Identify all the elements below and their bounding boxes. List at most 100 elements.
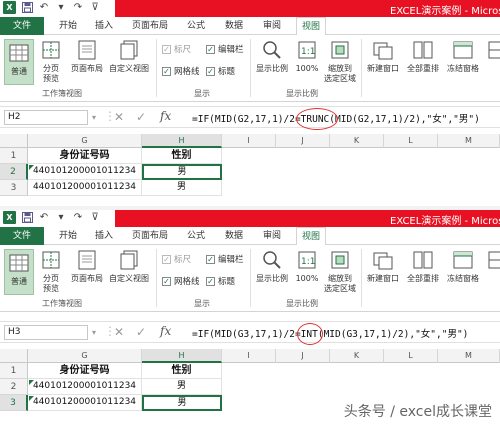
tab-page-layout[interactable]: 页面布局 (128, 227, 172, 245)
page-break-preview-button[interactable]: 分页 预览 (38, 39, 64, 84)
name-box-dropdown-icon[interactable]: ▾ (92, 328, 96, 337)
column-header-m[interactable]: M (438, 349, 500, 363)
column-header-m[interactable]: M (438, 134, 500, 148)
undo-icon[interactable]: ↶ (38, 212, 50, 224)
tab-review[interactable]: 审阅 (260, 227, 284, 245)
column-header-j[interactable]: J (276, 349, 330, 363)
tab-file[interactable]: 文件 (0, 17, 44, 35)
cell-h2-active[interactable]: 男 (142, 164, 222, 180)
enter-icon[interactable]: ✓ (136, 325, 146, 339)
cell-h1[interactable]: 性别 (142, 148, 222, 164)
tab-formulas[interactable]: 公式 (184, 227, 208, 245)
column-header-i[interactable]: I (222, 134, 276, 148)
tab-file[interactable]: 文件 (0, 227, 44, 245)
zoom-button[interactable]: 显示比例 (254, 39, 290, 74)
tab-home[interactable]: 开始 (56, 227, 80, 245)
tab-page-layout[interactable]: 页面布局 (128, 17, 172, 35)
customize-qat-icon[interactable]: ⊽ (89, 2, 101, 14)
page-layout-button[interactable]: 页面布局 (68, 249, 106, 284)
row-header-1[interactable]: 1 (0, 148, 28, 164)
formula-input[interactable]: =IF(MID(G3,17,1)/2=INT (MID(G3,17,1)/2),"… (192, 323, 468, 345)
formula-bar-checkbox[interactable]: ✓ 编辑栏 (206, 43, 244, 55)
tab-data[interactable]: 数据 (222, 17, 246, 35)
cancel-icon[interactable]: ✕ (114, 110, 124, 124)
cancel-icon[interactable]: ✕ (114, 325, 124, 339)
split-button[interactable] (484, 39, 500, 64)
chevron-down-icon[interactable]: ▾ (55, 2, 67, 14)
ruler-checkbox[interactable]: ✓ 标尺 (162, 43, 191, 55)
tab-view[interactable]: 视图 (296, 227, 326, 246)
cell-h3[interactable]: 男 (142, 180, 222, 196)
row-header-2[interactable]: 2 (0, 379, 28, 395)
customize-qat-icon[interactable]: ⊽ (89, 212, 101, 224)
row-header-2[interactable]: 2 (0, 164, 28, 180)
ruler-checkbox[interactable]: ✓ 标尺 (162, 253, 191, 265)
headings-checkbox[interactable]: ✓ 标题 (206, 275, 235, 287)
save-icon[interactable] (21, 212, 33, 224)
tab-view[interactable]: 视图 (296, 17, 326, 36)
row-header-3[interactable]: 3 (0, 180, 28, 196)
column-header-k[interactable]: K (330, 349, 384, 363)
new-window-button[interactable]: 新建窗口 (364, 249, 402, 284)
cell-h3-active[interactable]: 男 (142, 395, 222, 411)
freeze-panes-button[interactable]: 冻结窗格 (444, 39, 482, 74)
cell-g3[interactable]: 440101200001011234 (28, 180, 142, 196)
cell-g3[interactable]: 440101200001011234 (28, 395, 142, 411)
zoom-to-selection-button[interactable]: 缩放到 选定区域 (322, 39, 358, 84)
new-window-button[interactable]: 新建窗口 (364, 39, 402, 74)
zoom-100-button[interactable]: 1:1 100% (294, 249, 320, 284)
tab-home[interactable]: 开始 (56, 17, 80, 35)
redo-icon[interactable]: ↷ (72, 212, 84, 224)
custom-views-button[interactable]: 自定义视图 (106, 249, 152, 284)
name-box-dropdown-icon[interactable]: ▾ (92, 113, 96, 122)
cell-h2[interactable]: 男 (142, 379, 222, 395)
page-layout-button[interactable]: 页面布局 (68, 39, 106, 74)
column-header-h[interactable]: H (142, 134, 222, 148)
gridlines-checkbox[interactable]: ✓ 网格线 (162, 275, 200, 287)
arrange-all-button[interactable]: 全部重排 (404, 249, 442, 284)
cell-g2[interactable]: 440101200001011234 (28, 379, 142, 395)
chevron-down-icon[interactable]: ▾ (55, 212, 67, 224)
zoom-100-button[interactable]: 1:1 100% (294, 39, 320, 74)
undo-icon[interactable]: ↶ (38, 2, 50, 14)
split-button[interactable] (484, 249, 500, 274)
formula-input[interactable]: =IF(MID(G2,17,1)/2=TRUNC (MID(G2,17,1)/2)… (192, 108, 480, 130)
name-box[interactable]: H2 (4, 110, 88, 125)
row-header-1[interactable]: 1 (0, 363, 28, 379)
zoom-to-selection-button[interactable]: 缩放到 选定区域 (322, 249, 358, 294)
name-box[interactable]: H3 (4, 325, 88, 340)
tab-review[interactable]: 审阅 (260, 17, 284, 35)
formula-bar-checkbox[interactable]: ✓ 编辑栏 (206, 253, 244, 265)
cell-g1[interactable]: 身份证号码 (28, 363, 142, 379)
column-header-l[interactable]: L (384, 134, 438, 148)
column-header-g[interactable]: G (28, 349, 142, 363)
redo-icon[interactable]: ↷ (72, 2, 84, 14)
column-header-k[interactable]: K (330, 134, 384, 148)
page-break-preview-button[interactable]: 分页 预览 (38, 249, 64, 294)
freeze-panes-button[interactable]: 冻结窗格 (444, 249, 482, 284)
arrange-all-button[interactable]: 全部重排 (404, 39, 442, 74)
column-header-h[interactable]: H (142, 349, 222, 363)
insert-function-icon[interactable]: fx (160, 324, 171, 338)
gridlines-checkbox[interactable]: ✓ 网格线 (162, 65, 200, 77)
column-header-j[interactable]: J (276, 134, 330, 148)
cell-g2[interactable]: 440101200001011234 (28, 164, 142, 180)
save-icon[interactable] (21, 2, 33, 14)
cell-h1[interactable]: 性别 (142, 363, 222, 379)
zoom-button[interactable]: 显示比例 (254, 249, 290, 284)
tab-formulas[interactable]: 公式 (184, 17, 208, 35)
custom-views-button[interactable]: 自定义视图 (106, 39, 152, 74)
row-header-3[interactable]: 3 (0, 395, 28, 411)
normal-view-button[interactable]: 普通 (4, 249, 34, 295)
tab-data[interactable]: 数据 (222, 227, 246, 245)
column-header-l[interactable]: L (384, 349, 438, 363)
cell-g1[interactable]: 身份证号码 (28, 148, 142, 164)
tab-insert[interactable]: 插入 (92, 17, 116, 35)
column-header-g[interactable]: G (28, 134, 142, 148)
headings-checkbox[interactable]: ✓ 标题 (206, 65, 235, 77)
select-all-corner[interactable] (0, 134, 28, 148)
tab-insert[interactable]: 插入 (92, 227, 116, 245)
column-header-i[interactable]: I (222, 349, 276, 363)
select-all-corner[interactable] (0, 349, 28, 363)
insert-function-icon[interactable]: fx (160, 109, 171, 123)
